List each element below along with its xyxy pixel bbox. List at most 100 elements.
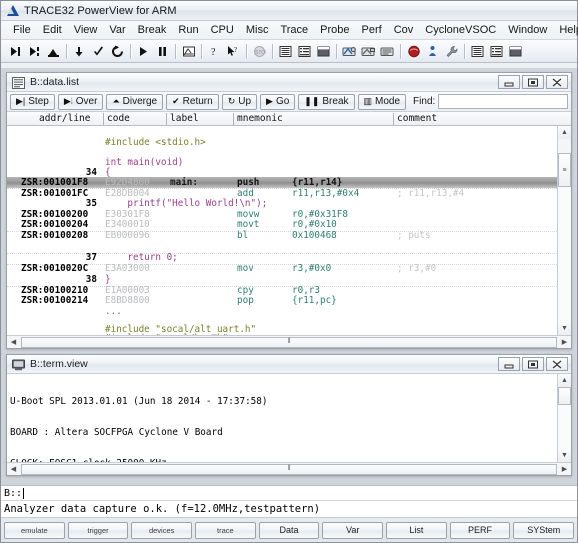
scroll-thumb[interactable] <box>558 387 571 405</box>
list-break-label: Break <box>322 96 349 107</box>
menu-perf[interactable]: Perf <box>356 23 388 37</box>
list-mode-button[interactable]: ▥ Mode <box>357 93 407 110</box>
close-button[interactable] <box>546 75 568 89</box>
mode-icon[interactable] <box>179 42 198 61</box>
data-list-titlebar[interactable]: B::data.list <box>7 73 571 92</box>
source-text: return 0; <box>105 252 178 263</box>
step-diverge-icon[interactable] <box>44 42 63 61</box>
scroll-thumb[interactable]: ≡ <box>558 153 571 187</box>
step-return-icon[interactable] <box>89 42 108 61</box>
term-view-title: B::term.view <box>30 358 88 370</box>
go-icon[interactable] <box>134 42 153 61</box>
code-listing[interactable]: #include <stdio.h> int main(void) 34 { Z… <box>7 126 557 335</box>
context-help-icon[interactable]: ? <box>224 42 243 61</box>
menu-trace[interactable]: Trace <box>274 23 314 37</box>
scroll-right-arrow[interactable]: ▶ <box>558 463 571 475</box>
memory-dump-icon[interactable] <box>314 42 333 61</box>
menu-file[interactable]: File <box>7 23 37 37</box>
column-divider[interactable] <box>393 113 394 125</box>
scroll-down-arrow[interactable]: ▼ <box>558 449 571 462</box>
close-button[interactable] <box>546 357 568 371</box>
settings-wrench-icon[interactable] <box>442 42 461 61</box>
term-view-titlebar[interactable]: B::term.view <box>7 355 571 374</box>
register-icon[interactable] <box>340 42 359 61</box>
dump2-icon[interactable] <box>506 42 525 61</box>
hscroll-thumb[interactable]: ⦀ <box>21 463 557 475</box>
term-horizontal-scrollbar[interactable]: ◀ ⦀ ▶ <box>7 462 571 475</box>
break-icon[interactable] <box>153 42 172 61</box>
term-output[interactable]: U-Boot SPL 2013.01.01 (Jun 18 2014 - 17:… <box>7 374 557 462</box>
mixed2-icon[interactable] <box>487 42 506 61</box>
softbutton-var[interactable]: Var <box>322 521 384 539</box>
list-vertical-scrollbar[interactable]: ▲ ≡ ▼ <box>557 126 571 335</box>
scroll-down-arrow[interactable]: ▼ <box>558 322 571 335</box>
list-horizontal-scrollbar[interactable]: ◀ ⦀ ▶ <box>7 335 571 348</box>
menu-var[interactable]: Var <box>103 23 131 37</box>
scroll-track[interactable] <box>558 405 571 449</box>
step-over-icon[interactable] <box>25 42 44 61</box>
term-vertical-scrollbar[interactable]: ▲ ▼ <box>557 374 571 462</box>
softbutton-list[interactable]: List <box>386 521 447 539</box>
softbutton-emulate[interactable]: emulate <box>4 521 65 539</box>
list-mixed-icon[interactable] <box>295 42 314 61</box>
maximize-button[interactable] <box>522 357 544 371</box>
menu-cyclonevsoc[interactable]: CycloneVSOC <box>419 23 502 37</box>
menu-edit[interactable]: Edit <box>37 23 68 37</box>
hscroll-thumb[interactable]: ⦀ <box>21 336 557 348</box>
peripheral-icon[interactable] <box>359 42 378 61</box>
list-go-button[interactable]: ▶ Go <box>260 93 296 110</box>
menu-probe[interactable]: Probe <box>314 23 355 37</box>
list-up-button[interactable]: ↻ Up <box>221 93 258 110</box>
maximize-button[interactable] <box>522 75 544 89</box>
column-header-addr: addr/line <box>39 113 91 124</box>
scroll-up-arrow[interactable]: ▲ <box>558 126 571 139</box>
minimize-button[interactable] <box>498 75 520 89</box>
scroll-left-arrow[interactable]: ◀ <box>7 463 20 475</box>
menu-break[interactable]: Break <box>132 23 173 37</box>
menu-help[interactable]: Help <box>553 23 578 37</box>
stop-icon[interactable]: STOP <box>250 42 269 61</box>
list-source-icon[interactable] <box>276 42 295 61</box>
menu-window[interactable]: Window <box>502 23 553 37</box>
list-diverge-button[interactable]: ⏶ Diverge <box>106 93 164 110</box>
menu-view[interactable]: View <box>68 23 104 37</box>
menu-cov[interactable]: Cov <box>388 23 420 37</box>
menu-run[interactable]: Run <box>172 23 204 37</box>
list-step-button[interactable]: ▶| Step <box>10 93 55 110</box>
data-list-toolbar: ▶| Step ▶⦙ Over ⏶ Diverge ✔ Return ↻ Up … <box>7 92 571 112</box>
softbutton-trace[interactable]: trace <box>195 521 256 539</box>
menu-misc[interactable]: Misc <box>240 23 275 37</box>
list-return-button[interactable]: ✔ Return <box>166 93 219 110</box>
data-list-caption-buttons <box>498 75 571 89</box>
column-divider[interactable] <box>166 113 167 125</box>
command-prompt: B:: <box>4 487 23 499</box>
var-watch-icon[interactable] <box>423 42 442 61</box>
list2-icon[interactable] <box>468 42 487 61</box>
softbutton-trigger[interactable]: trigger <box>67 521 129 539</box>
find-input[interactable] <box>438 94 568 109</box>
scroll-track[interactable] <box>558 187 571 322</box>
list-break-button[interactable]: ❚❚ Break <box>298 93 355 110</box>
trace-list-icon[interactable] <box>378 42 397 61</box>
command-input[interactable]: B:: <box>1 486 577 501</box>
toolbar-separator <box>464 43 465 59</box>
softbutton-system[interactable]: SYStem <box>513 521 575 539</box>
softbutton-devices[interactable]: devices <box>131 521 193 539</box>
scroll-left-arrow[interactable]: ◀ <box>7 336 20 348</box>
minimize-button[interactable] <box>498 357 520 371</box>
address: ZSR:001001FC <box>21 188 89 199</box>
help-icon[interactable]: ? <box>205 42 224 61</box>
step-up-icon[interactable] <box>108 42 127 61</box>
scroll-right-arrow[interactable]: ▶ <box>558 336 571 348</box>
step-into-icon[interactable] <box>6 42 25 61</box>
column-header-comment: comment <box>397 113 438 124</box>
step-down-icon[interactable] <box>70 42 89 61</box>
scroll-up-arrow[interactable]: ▲ <box>558 374 571 387</box>
column-divider[interactable] <box>233 113 234 125</box>
softbutton-data[interactable]: Data <box>258 521 320 539</box>
column-divider[interactable] <box>103 113 104 125</box>
list-over-button[interactable]: ▶⦙ Over <box>57 93 104 110</box>
softbutton-perf[interactable]: PERF <box>449 521 511 539</box>
menu-cpu[interactable]: CPU <box>205 23 240 37</box>
emulate-red-icon[interactable] <box>404 42 423 61</box>
